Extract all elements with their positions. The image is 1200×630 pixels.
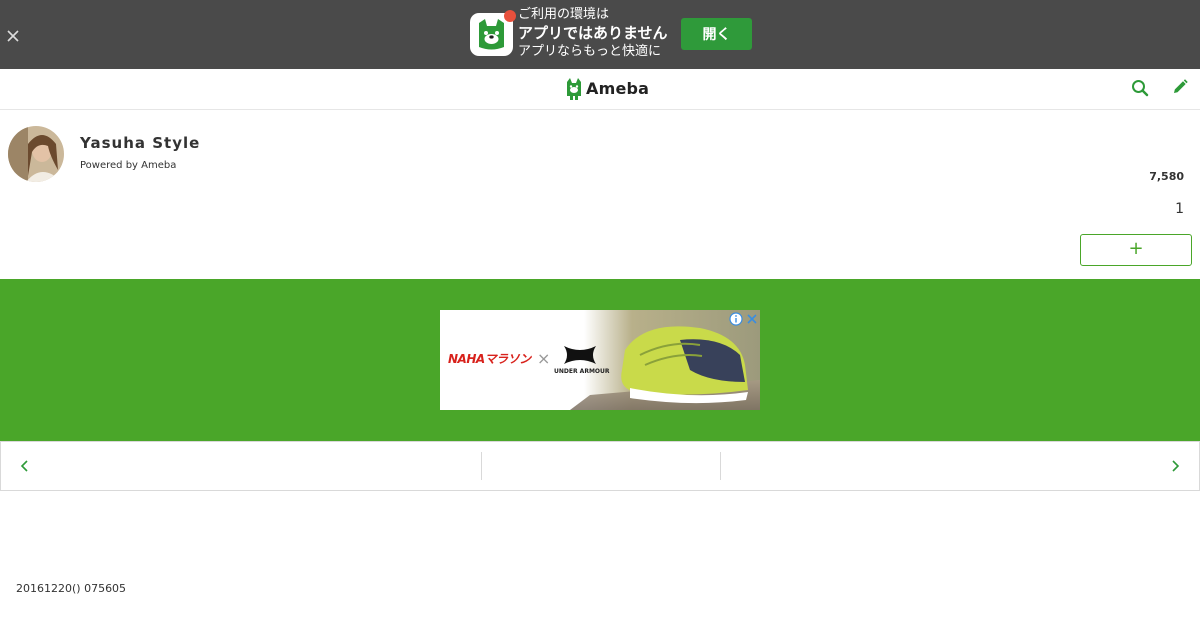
chevron-left-icon [20, 460, 28, 472]
notification-dot [504, 10, 516, 22]
ad-close-icon[interactable] [745, 311, 759, 330]
blog-title[interactable]: Yasuha Style [80, 134, 200, 152]
ad-banner[interactable]: NAHAマラソン × UNDER ARMOUR [440, 310, 760, 410]
pencil-icon[interactable] [1172, 79, 1188, 95]
reader-count: 7,580 [1149, 170, 1184, 183]
ad-info-icon[interactable] [729, 311, 743, 330]
site-header: Ameba [0, 69, 1200, 110]
ad-brand-naha: NAHAマラソン [448, 352, 531, 366]
ad-area: NAHAマラソン × UNDER ARMOUR [0, 279, 1200, 441]
ad-brand-under-armour: UNDER ARMOUR [554, 368, 610, 375]
chevron-right-icon [1172, 460, 1180, 472]
ameba-mascot-icon [567, 78, 581, 100]
prev-entry-link[interactable] [1, 442, 481, 490]
blog-title-text: Yasuha Style [80, 134, 201, 152]
banner-line-1: ご利用の環境は [518, 7, 610, 22]
entry-list-link[interactable] [482, 442, 720, 490]
next-entry-link[interactable] [721, 442, 1199, 490]
under-armour-logo-icon [560, 344, 600, 370]
follow-button[interactable]: + [1080, 234, 1192, 266]
open-app-button[interactable]: 開く [681, 18, 752, 50]
avatar[interactable] [8, 126, 64, 182]
app-install-banner: ご利用の環境は アプリではありません アプリならもっと快適に 開く [0, 0, 1200, 69]
ad-separator: × [537, 349, 551, 368]
close-icon[interactable] [5, 28, 21, 44]
entry-pager [0, 441, 1200, 491]
entry-date: 20161220() 075605 [16, 582, 127, 595]
banner-message: ご利用の環境は アプリではありません アプリならもっと快適に [518, 6, 668, 61]
ranking-count: 1 [1175, 201, 1184, 217]
logo-text: Ameba [586, 79, 650, 98]
banner-line-3: アプリならもっと快適に [518, 44, 662, 59]
powered-by-text: Powered by Ameba [80, 160, 177, 171]
search-icon[interactable] [1131, 79, 1149, 97]
banner-line-2: アプリではありません [518, 24, 668, 42]
